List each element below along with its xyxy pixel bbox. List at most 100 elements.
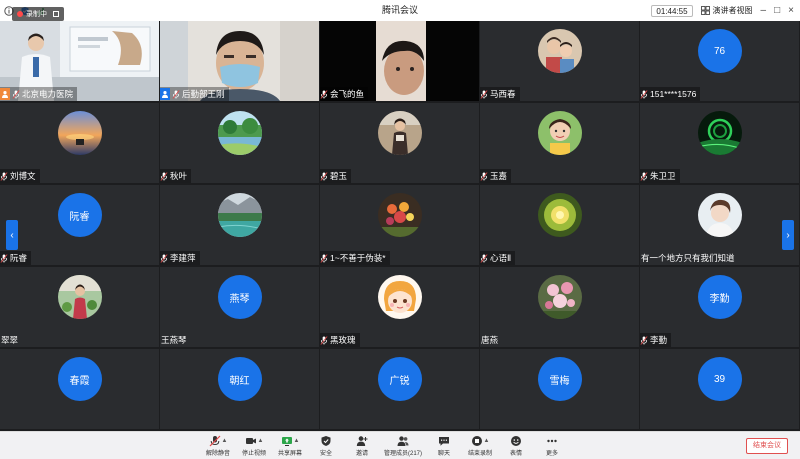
participant-avatar — [697, 111, 742, 155]
minimize-icon[interactable]: – — [761, 5, 767, 16]
host-badge-icon — [0, 88, 10, 100]
participant-avatar-text: 广锐 — [377, 357, 422, 401]
participant-tile[interactable]: 李勤 李勤 — [640, 267, 799, 347]
shield-icon — [320, 435, 332, 447]
toolbar-button-shield[interactable]: 安全 — [308, 432, 344, 459]
toolbar-button-record-stop[interactable]: ▲ 结束录制 — [462, 432, 498, 459]
maximize-icon[interactable]: □ — [774, 5, 780, 16]
participant-tile[interactable]: 心语Ⅱ — [480, 185, 639, 265]
participant-name-tag: 翠翠 — [0, 333, 22, 347]
participant-tile[interactable]: 玉嘉 — [480, 103, 639, 183]
toolbar-button-members[interactable]: 管理成员(217) — [380, 432, 426, 459]
mic-muted-icon — [160, 171, 168, 181]
mic-muted-icon — [480, 89, 488, 99]
speaker-view-button[interactable]: 演讲者视图 — [700, 5, 753, 16]
mic-muted-icon — [160, 253, 168, 263]
participant-tile[interactable]: 会飞的鱼 — [320, 21, 479, 101]
participant-tile[interactable]: 黑玫瑰 — [320, 267, 479, 347]
participant-name: 阮睿 — [10, 253, 28, 263]
meeting-toolbar: ▲ 解除静音 ▲ 停止视频 ▲ 共享屏幕 安全 邀请 管理成员(217) 聊天 ▲ 结束录制 表情 更多 … — [0, 431, 800, 459]
participant-name: 王燕琴 — [161, 335, 187, 345]
record-dot-icon — [17, 11, 23, 17]
chevron-up-icon[interactable]: ▲ — [222, 438, 228, 444]
participant-name: 会飞的鱼 — [330, 89, 365, 99]
participant-name: 北京电力医院 — [22, 89, 74, 99]
participant-tile[interactable]: 朝红 — [160, 349, 319, 429]
participant-tile[interactable]: 春霞 — [0, 349, 159, 429]
participant-name-tag: 朱卫卫 — [640, 169, 680, 183]
participant-name: 有一个地方只有我们知道 — [641, 253, 735, 263]
participant-name: 心语Ⅱ — [490, 253, 512, 263]
participant-tile[interactable]: 76 151****1576 — [640, 21, 799, 101]
participant-tile[interactable]: 秋叶 — [160, 103, 319, 183]
mic-muted-icon — [172, 89, 180, 99]
participant-tile[interactable]: 39 — [640, 349, 799, 429]
participant-name-tag: 有一个地方只有我们知道 — [640, 251, 739, 265]
participant-tile[interactable]: 燕琴王燕琴 — [160, 267, 319, 347]
toolbar-button-label: 结束录制 — [467, 451, 492, 457]
toolbar-button-label: 更多 — [545, 451, 558, 457]
participant-name-tag: 碧玉 — [320, 169, 352, 183]
participant-tile[interactable]: 翠翠 — [0, 267, 159, 347]
participant-tile[interactable]: 1~不善于伪装* — [320, 185, 479, 265]
participant-name: 李建萍 — [170, 253, 196, 263]
participant-name-tag: 李勤 — [640, 333, 672, 347]
participant-avatar — [537, 275, 582, 319]
chevron-up-icon[interactable]: ▲ — [484, 438, 490, 444]
participant-name-tag: 会飞的鱼 — [320, 87, 369, 101]
toolbar-button-chat[interactable]: 聊天 — [426, 432, 462, 459]
participant-avatar — [537, 111, 582, 155]
chevron-up-icon[interactable]: ▲ — [258, 438, 264, 444]
participant-name-tag: 刘博文 — [0, 169, 40, 183]
participant-tile[interactable]: 雪梅 — [480, 349, 639, 429]
close-icon[interactable]: × — [788, 5, 794, 16]
participant-avatar-text: 燕琴 — [217, 275, 262, 319]
toolbar-button-mic-muted[interactable]: ▲ 解除静音 — [200, 432, 236, 459]
toolbar-button-emoji[interactable]: 表情 — [498, 432, 534, 459]
participant-tile[interactable]: 北京电力医院 — [0, 21, 159, 101]
participant-name: 玉嘉 — [490, 171, 508, 181]
mic-muted-icon — [0, 171, 8, 181]
participant-avatar — [377, 275, 422, 319]
participant-tile[interactable]: 唐燕 — [480, 267, 639, 347]
participant-tile[interactable]: 阮睿 阮睿 — [0, 185, 159, 265]
end-meeting-button[interactable]: 结束会议 — [746, 438, 788, 454]
mic-muted-icon — [320, 253, 328, 263]
participant-name-tag: 唐燕 — [480, 333, 502, 347]
participant-tile[interactable]: 有一个地方只有我们知道 — [640, 185, 799, 265]
participant-tile[interactable]: 后勤部王刚 — [160, 21, 319, 101]
mic-muted-icon — [640, 335, 648, 345]
toolbar-button-share-screen[interactable]: ▲ 共享屏幕 — [272, 432, 308, 459]
participant-avatar — [537, 193, 582, 237]
participant-tile[interactable]: 碧玉 — [320, 103, 479, 183]
participant-tile[interactable]: 广锐 — [320, 349, 479, 429]
participant-name: 151****1576 — [650, 89, 697, 99]
next-page-button[interactable]: › — [782, 220, 794, 250]
participant-avatar-text: 李勤 — [697, 275, 742, 319]
participant-tile[interactable]: 李建萍 — [160, 185, 319, 265]
participant-tile[interactable]: 刘博文 — [0, 103, 159, 183]
participant-name: 碧玉 — [330, 171, 348, 181]
participant-tile[interactable]: 马西春 — [480, 21, 639, 101]
more-icon — [546, 435, 558, 447]
invite-icon — [356, 435, 368, 447]
participant-tile[interactable]: 朱卫卫 — [640, 103, 799, 183]
participant-grid: 北京电力医院 后勤部王刚 会飞的鱼 马西春 76 151****1576 刘博文 秋叶 碧玉 玉嘉… — [0, 21, 800, 431]
toolbar-button-more[interactable]: 更多 — [534, 432, 570, 459]
mic-muted-icon — [12, 89, 20, 99]
chevron-up-icon[interactable]: ▲ — [294, 438, 300, 444]
participant-name-tag: 心语Ⅱ — [480, 251, 516, 265]
prev-page-button[interactable]: ‹ — [6, 220, 18, 250]
mic-muted-icon — [209, 435, 221, 447]
meeting-timer: 01:44:55 — [651, 4, 693, 17]
video-icon — [245, 435, 257, 447]
toolbar-button-invite[interactable]: 邀请 — [344, 432, 380, 459]
record-toggle-icon — [53, 11, 59, 17]
participant-avatar-text: 朝红 — [217, 357, 262, 401]
toolbar-button-video[interactable]: ▲ 停止视频 — [236, 432, 272, 459]
participant-name: 朱卫卫 — [650, 171, 676, 181]
participant-name-tag: 北京电力医院 — [0, 87, 78, 101]
recording-indicator[interactable]: 录制中 — [12, 7, 64, 21]
toolbar-button-label: 解除静音 — [205, 451, 230, 457]
participant-avatar — [217, 193, 262, 237]
